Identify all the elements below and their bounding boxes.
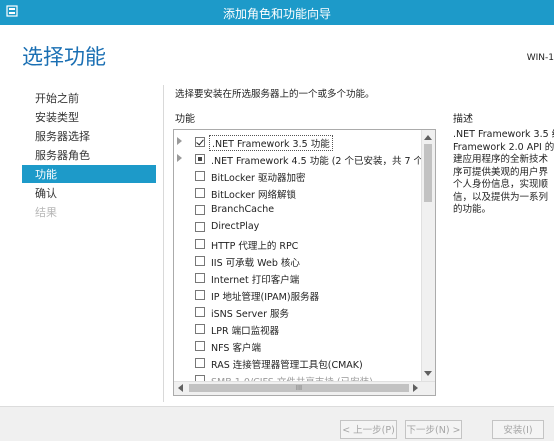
instruction-text: 选择要安装在所选服务器上的一个或多个功能。 [175,89,375,100]
feature-label: BitLocker 驱动器加密 [211,173,306,184]
feature-label: .NET Framework 3.5 功能 [209,135,333,151]
feature-label: RAS 连接管理器管理工具包(CMAK) [211,360,363,371]
title-bar: 添加角色和功能向导 [0,0,554,25]
description-heading: 描述 [453,114,473,125]
nav-item-label: 功能 [35,168,57,181]
feature-row[interactable]: HTTP 代理上的 RPC [174,236,422,253]
feature-row[interactable]: IIS 可承载 Web 核心 [174,253,422,270]
nav-item-features[interactable]: 功能 [22,165,156,183]
vertical-scroll-thumb[interactable] [424,144,432,202]
feature-label: Internet 打印客户端 [211,275,300,286]
feature-checkbox[interactable] [195,154,205,164]
feature-row[interactable]: iSNS Server 服务 [174,304,422,321]
feature-label: IP 地址管理(IPAM)服务器 [211,292,320,303]
horizontal-scrollbar[interactable]: III [174,381,435,395]
nav-item-results: 结果 [35,206,57,219]
feature-checkbox[interactable] [195,239,205,249]
feature-checkbox[interactable] [195,171,205,181]
feature-label: iSNS Server 服务 [211,309,289,320]
feature-row[interactable]: LPR 端口监视器 [174,321,422,338]
feature-row[interactable]: BitLocker 驱动器加密 [174,168,422,185]
feature-checkbox[interactable] [195,324,205,334]
wizard-footer: < 上一步(P) 下一步(N) > 安装(I) [0,406,554,441]
expand-arrow-icon[interactable] [177,154,182,162]
nav-item-before-you-begin[interactable]: 开始之前 [35,90,79,106]
feature-label: IIS 可承载 Web 核心 [211,258,300,269]
nav-item-installation-type[interactable]: 安装类型 [35,109,79,125]
feature-checkbox[interactable] [195,273,205,283]
scroll-up-arrow-icon[interactable] [424,135,432,140]
feature-checkbox[interactable] [195,256,205,266]
feature-label: HTTP 代理上的 RPC [211,241,299,252]
nav-divider [163,85,164,402]
scroll-right-arrow-icon[interactable] [413,384,418,392]
page-title: 选择功能 [22,45,106,69]
feature-checkbox[interactable] [195,290,205,300]
features-heading: 功能 [175,114,195,125]
feature-label: NFS 客户端 [211,343,261,354]
nav-item-server-selection[interactable]: 服务器选择 [35,128,90,144]
expand-arrow-icon[interactable] [177,137,182,145]
nav-item-confirmation[interactable]: 确认 [35,185,57,201]
feature-row[interactable]: .NET Framework 4.5 功能 (2 个已安装，共 7 个) [174,151,427,168]
grip-icon: III [295,384,303,392]
feature-label: LPR 端口监视器 [211,326,280,337]
previous-button[interactable]: < 上一步(P) [340,420,397,439]
feature-row[interactable]: BitLocker 网络解锁 [174,185,422,202]
feature-checkbox[interactable] [195,307,205,317]
feature-row[interactable]: BranchCache [174,202,422,219]
feature-checkbox[interactable] [195,188,205,198]
feature-row[interactable]: NFS 客户端 [174,338,422,355]
scroll-left-arrow-icon[interactable] [178,384,183,392]
next-button[interactable]: 下一步(N) > [405,420,462,439]
feature-checkbox[interactable] [195,341,205,351]
feature-checkbox[interactable] [195,222,205,232]
feature-label: DirectPlay [211,221,260,232]
horizontal-scroll-thumb[interactable]: III [189,384,409,392]
install-button[interactable]: 安装(I) [492,420,544,439]
vertical-scrollbar[interactable] [421,130,435,381]
nav-item-server-roles[interactable]: 服务器角色 [35,147,90,163]
feature-checkbox[interactable] [195,205,205,215]
feature-label: BranchCache [211,204,275,215]
feature-row[interactable]: IP 地址管理(IPAM)服务器 [174,287,422,304]
window-title: 添加角色和功能向导 [222,7,331,21]
feature-label: .NET Framework 4.5 功能 (2 个已安装，共 7 个) [211,156,427,167]
feature-row[interactable]: Internet 打印客户端 [174,270,422,287]
scroll-down-arrow-icon[interactable] [424,371,432,376]
feature-description: .NET Framework 3.5 结 Framework 2.0 API 的… [453,129,554,215]
feature-label: BitLocker 网络解锁 [211,190,296,201]
feature-checkbox[interactable] [195,137,205,147]
features-tree[interactable]: .NET Framework 3.5 功能 .NET Framework 4.5… [173,129,436,396]
destination-server: WIN-1 [526,53,554,63]
feature-row[interactable]: .NET Framework 3.5 功能 [174,134,422,151]
feature-row[interactable]: RAS 连接管理器管理工具包(CMAK) [174,355,422,372]
feature-checkbox[interactable] [195,358,205,368]
feature-row[interactable]: DirectPlay [174,219,422,236]
